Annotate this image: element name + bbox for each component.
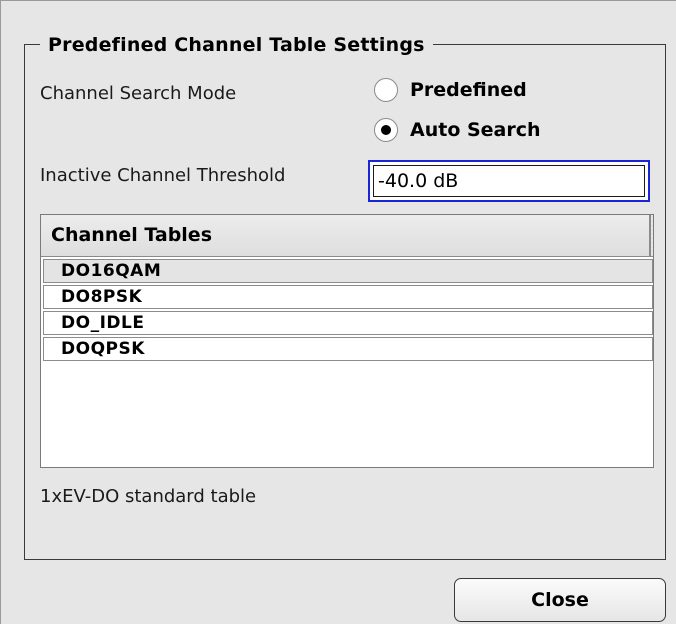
close-button[interactable]: Close (454, 578, 666, 622)
radio-predefined-label: Predefined (410, 79, 527, 101)
table-row-do16qam[interactable]: DO16QAM (43, 259, 653, 283)
radio-auto-search[interactable]: Auto Search (374, 118, 541, 142)
group-title: Predefined Channel Table Settings (40, 33, 433, 57)
radio-unchecked-icon (374, 78, 398, 102)
channel-tables-header: Channel Tables (41, 215, 653, 257)
table-row-doqpsk[interactable]: DOQPSK (43, 337, 653, 361)
channel-tables-header-label[interactable]: Channel Tables (41, 215, 651, 256)
radio-predefined[interactable]: Predefined (374, 78, 527, 102)
table-description: 1xEV-DO standard table (40, 486, 257, 507)
channel-search-mode-label: Channel Search Mode (40, 83, 237, 104)
table-row-do-idle[interactable]: DO_IDLE (43, 311, 653, 335)
radio-checked-icon (374, 118, 398, 142)
channel-tables-list[interactable]: Channel Tables DO16QAM DO8PSK DO_IDLE DO… (40, 214, 654, 468)
table-row-do8psk[interactable]: DO8PSK (43, 285, 653, 309)
inactive-threshold-input[interactable]: -40.0 dB (368, 160, 650, 202)
inactive-threshold-label: Inactive Channel Threshold (40, 165, 286, 186)
radio-auto-search-label: Auto Search (410, 119, 541, 141)
inactive-threshold-value[interactable]: -40.0 dB (373, 165, 645, 197)
